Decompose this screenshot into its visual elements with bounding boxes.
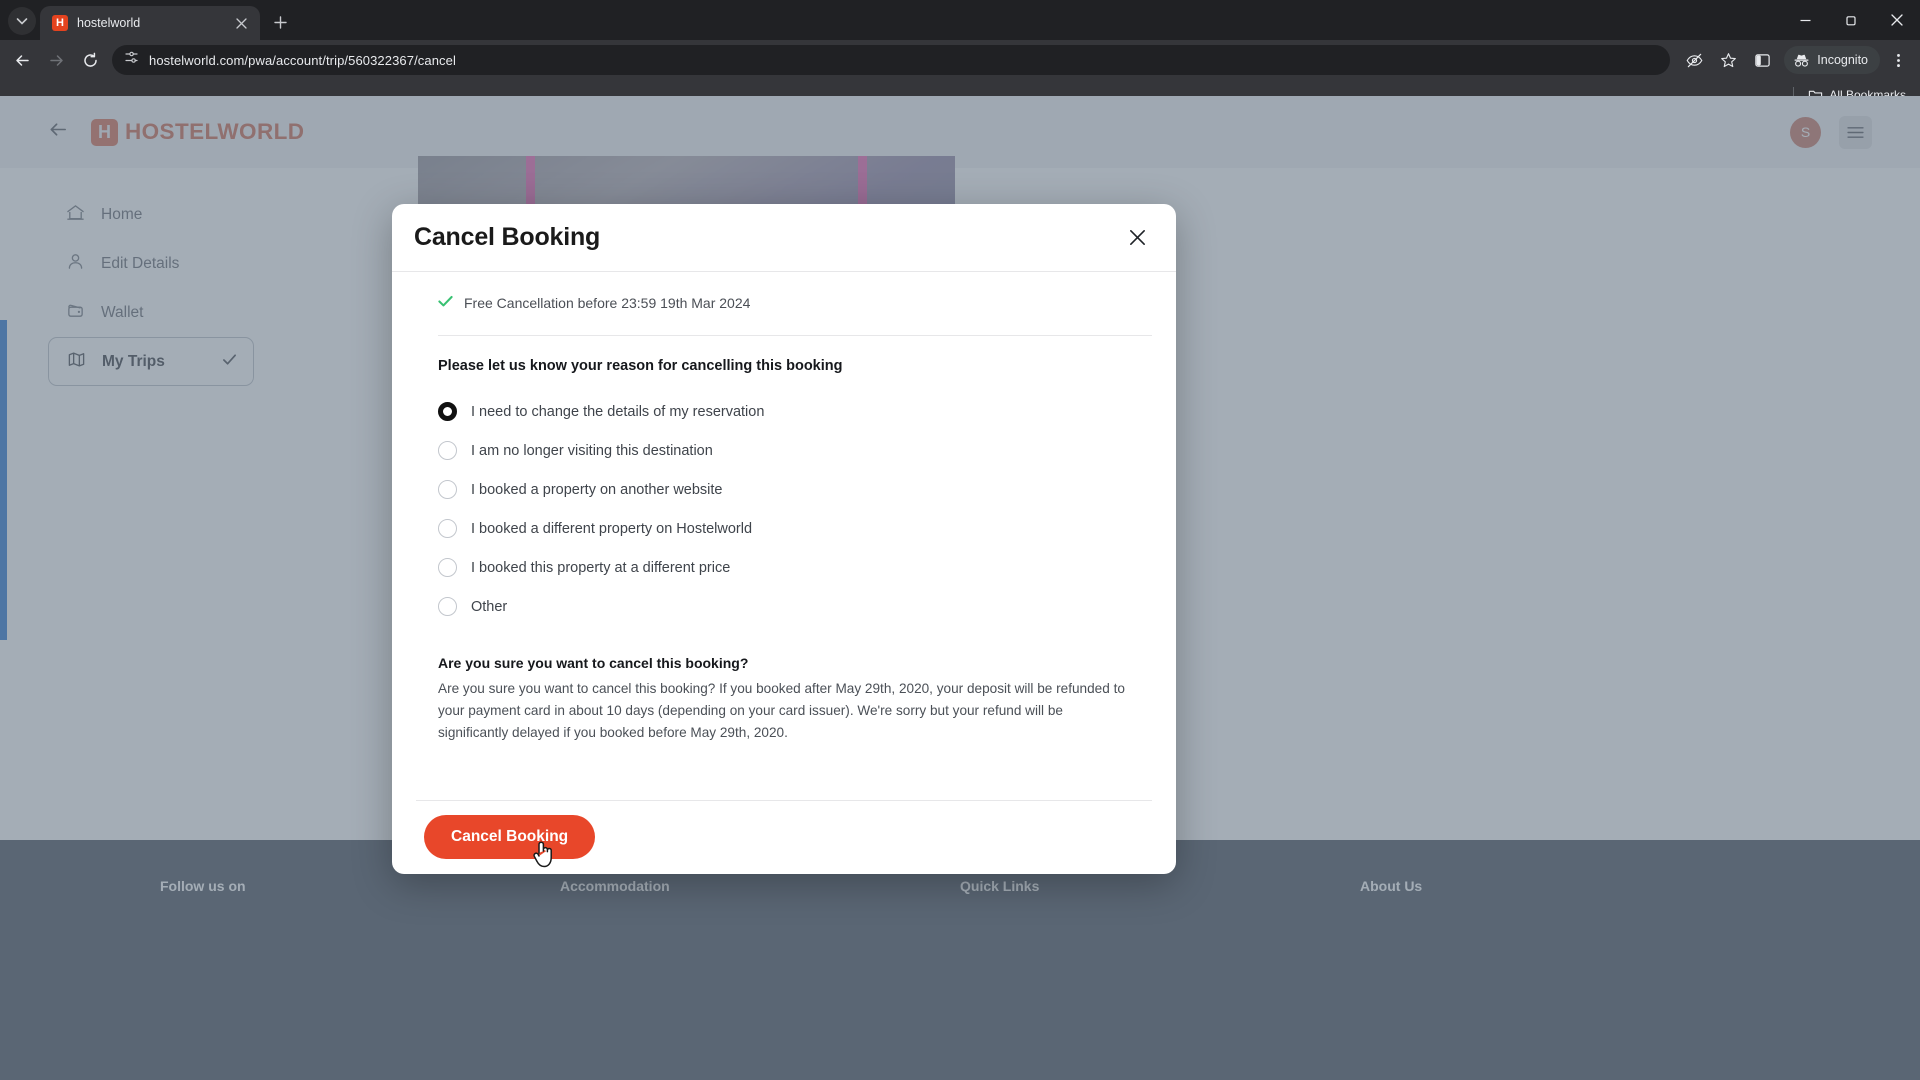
free-cancellation-row: Free Cancellation before 23:59 19th Mar … [438,294,1152,312]
reason-label: I need to change the details of my reser… [471,403,765,420]
check-icon [438,294,453,312]
reason-label: Other [471,598,508,615]
bookmark-star-icon[interactable] [1712,44,1744,76]
modal-title: Cancel Booking [414,223,601,251]
reason-label: I booked a different property on Hostelw… [471,520,753,537]
browser-window: H hostelworld hostelworld.com/pwa/accoun… [0,0,1920,1080]
modal-header: Cancel Booking [392,204,1176,272]
radio-button[interactable] [438,519,457,538]
address-bar[interactable]: hostelworld.com/pwa/account/trip/5603223… [112,45,1671,75]
cancel-booking-button[interactable]: Cancel Booking [424,815,596,859]
radio-button[interactable] [438,558,457,577]
confirm-heading: Are you sure you want to cancel this boo… [438,655,749,671]
modal-footer: Cancel Booking [416,800,1152,874]
reason-label: I booked this property at a different pr… [471,559,731,576]
tab-title: hostelworld [77,16,141,30]
tab-search-icon[interactable] [8,7,36,35]
new-tab-button[interactable] [266,8,294,36]
incognito-label: Incognito [1817,53,1868,67]
side-panel-icon[interactable] [1746,44,1778,76]
modal-body: Free Cancellation before 23:59 19th Mar … [392,272,1176,800]
reason-option-other-website[interactable]: I booked a property on another website [438,470,1152,509]
page-viewport: H HOSTELWORLD S [0,96,1920,1080]
reload-icon[interactable] [74,44,106,76]
reason-label: I booked a property on another website [471,481,723,498]
reason-option-different-property[interactable]: I booked a different property on Hostelw… [438,509,1152,548]
tab-strip: H hostelworld [0,0,1920,40]
reason-radio-group: I need to change the details of my reser… [438,392,1152,626]
radio-button[interactable] [438,597,457,616]
incognito-icon [1794,54,1809,67]
hostelworld-favicon: H [52,15,68,31]
close-icon[interactable] [1122,223,1152,253]
tracking-protection-icon[interactable] [1678,44,1710,76]
reason-label: I am no longer visiting this destination [471,442,713,459]
maximize-icon[interactable] [1828,0,1874,40]
toolbar-actions: Incognito [1678,44,1914,76]
confirm-text: Are you sure you want to cancel this boo… [438,681,1125,741]
radio-button[interactable] [438,402,457,421]
site-settings-icon[interactable] [124,50,139,70]
reason-prompt: Please let us know your reason for cance… [438,358,843,374]
reason-option-not-visiting[interactable]: I am no longer visiting this destination [438,431,1152,470]
reason-option-different-price[interactable]: I booked this property at a different pr… [438,548,1152,587]
radio-button[interactable] [438,441,457,460]
divider [438,335,1152,336]
back-icon[interactable] [6,44,38,76]
browser-tab[interactable]: H hostelworld [40,6,260,40]
reason-option-other[interactable]: Other [438,587,1152,626]
incognito-indicator[interactable]: Incognito [1784,46,1880,74]
close-window-icon[interactable] [1874,0,1920,40]
radio-button[interactable] [438,480,457,499]
forward-icon [40,44,72,76]
free-cancellation-text: Free Cancellation before 23:59 19th Mar … [464,295,751,311]
browser-toolbar: hostelworld.com/pwa/account/trip/5603223… [0,40,1920,80]
url-text: hostelworld.com/pwa/account/trip/5603223… [149,52,456,68]
chrome-menu-icon[interactable] [1882,44,1914,76]
cancel-booking-modal: Cancel Booking Free Cancellation before … [392,204,1176,874]
close-tab-icon[interactable] [232,14,250,32]
reason-option-change-details[interactable]: I need to change the details of my reser… [438,392,1152,431]
window-controls [1782,0,1920,40]
minimize-icon[interactable] [1782,0,1828,40]
